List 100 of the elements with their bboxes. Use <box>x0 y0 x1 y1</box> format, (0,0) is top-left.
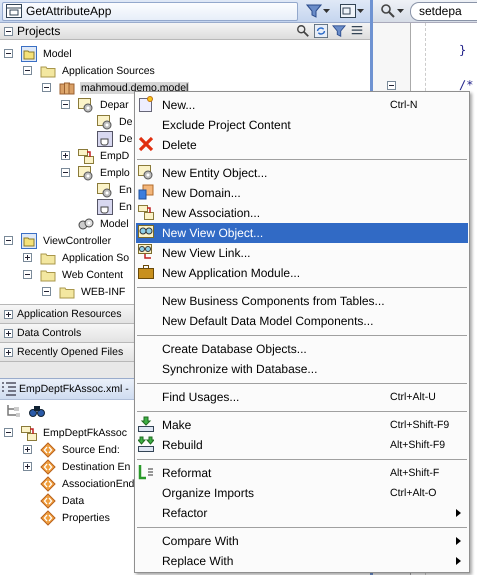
window-menu-button[interactable] <box>338 2 366 20</box>
menu-item[interactable]: New View Object... <box>136 223 468 243</box>
menu-item[interactable]: New Domain... <box>136 183 468 203</box>
expand-icon[interactable] <box>61 151 70 160</box>
menu-item[interactable]: Replace With <box>136 551 468 571</box>
boxes-icon <box>59 80 75 96</box>
tree-node[interactable]: Destination En <box>61 460 132 472</box>
collapse-icon[interactable] <box>4 236 13 245</box>
tree-node[interactable]: Application So <box>61 252 130 264</box>
build-icon <box>138 416 154 432</box>
application-name: GetAttributeApp <box>26 4 112 18</box>
tag-icon <box>40 492 56 508</box>
tree-node[interactable]: AssociationEnd <box>61 478 136 490</box>
menu-item[interactable]: Organize Imports Ctrl+Alt-O <box>136 483 468 503</box>
search-icon <box>296 24 310 38</box>
accordion-title: Recently Opened Files <box>17 346 124 358</box>
menu-item[interactable]: Refactor <box>136 503 468 523</box>
expand-icon[interactable] <box>23 253 32 262</box>
tree-node[interactable]: Model <box>42 48 73 60</box>
tree-node[interactable]: Depar <box>99 98 130 110</box>
tree-node[interactable]: Emplo <box>99 166 131 178</box>
tree-node[interactable]: mahmoud.demo.model <box>80 82 190 94</box>
tag-icon <box>40 510 56 526</box>
search-icon <box>380 3 396 19</box>
tree-node[interactable]: Source End: <box>61 444 121 456</box>
hierarchy-icon <box>5 403 21 419</box>
collapse-icon[interactable] <box>42 287 51 296</box>
menu-item[interactable]: Make Ctrl+Shift-F9 <box>136 415 468 435</box>
collapse-icon[interactable] <box>4 428 13 437</box>
tree-node[interactable]: ViewController <box>42 234 112 246</box>
collapse-icon[interactable] <box>387 80 396 90</box>
menu-item[interactable]: New Business Components from Tables... <box>136 291 468 311</box>
menu-item[interactable]: Exclude Project Content <box>136 115 468 135</box>
gear-window-icon <box>138 164 154 180</box>
structure-title: EmpDeptFkAssoc.xml - <box>19 383 129 395</box>
window-dropdown-icon <box>340 3 356 19</box>
menu-item[interactable]: New Association... <box>136 203 468 223</box>
briefcase-icon <box>138 264 154 280</box>
new-page-icon <box>138 96 154 112</box>
tree-node[interactable]: Web Content <box>61 268 124 280</box>
reformat-icon <box>138 464 154 480</box>
tree-node[interactable]: EmpD <box>99 150 130 162</box>
filter-dropdown-button[interactable] <box>304 2 332 20</box>
glasses-icon <box>138 224 154 240</box>
menu-item[interactable]: New Default Data Model Components... <box>136 311 468 331</box>
filter-icon <box>306 3 322 19</box>
collapse-icon[interactable] <box>42 83 51 92</box>
menu-item[interactable]: Rebuild Alt+Shift-F9 <box>136 435 468 455</box>
menu-item[interactable]: Find Usages... Ctrl+Alt-U <box>136 387 468 407</box>
expand-icon[interactable] <box>4 310 13 318</box>
tree-node[interactable]: Model <box>99 218 130 230</box>
expand-icon[interactable] <box>23 445 32 454</box>
menu-item[interactable]: New Application Module... <box>136 263 468 283</box>
menu-item[interactable]: Reformat Alt+Shift-F <box>136 463 468 483</box>
menu-item[interactable]: New View Link... <box>136 243 468 263</box>
caret-icon <box>397 9 404 13</box>
expand-icon[interactable] <box>23 462 32 471</box>
expand-icon[interactable] <box>4 328 13 338</box>
menu-item[interactable]: Compare With <box>136 531 468 551</box>
cross-icon <box>138 136 154 152</box>
search-dropdown-button[interactable] <box>378 2 406 20</box>
collapse-icon[interactable] <box>23 270 32 279</box>
tree-node[interactable]: EmpDeptFkAssoc <box>42 426 128 438</box>
tree-node[interactable]: Properties <box>61 512 111 524</box>
linked-pages-icon <box>138 204 154 220</box>
tree-node[interactable]: En <box>118 184 133 196</box>
tree-node[interactable]: De <box>118 132 134 144</box>
linked-pages-icon <box>78 148 94 164</box>
rebuild-icon <box>138 436 154 452</box>
expand-icon[interactable] <box>4 348 13 356</box>
collapse-icon[interactable] <box>23 66 32 75</box>
cup-icon <box>97 198 113 214</box>
code-text: } <box>459 43 466 57</box>
menu-item[interactable]: Delete <box>136 135 468 155</box>
search-field[interactable]: setdepa <box>410 2 477 20</box>
menu-item[interactable]: Synchronize with Database... <box>136 359 468 379</box>
collapse-icon[interactable] <box>61 100 70 109</box>
tree-node[interactable]: Data <box>61 494 86 506</box>
menu-item[interactable]: Create Database Objects... <box>136 339 468 359</box>
project-folder-icon <box>21 232 37 248</box>
accordion-title: Data Controls <box>17 327 82 339</box>
linked-pages-icon <box>21 424 37 440</box>
application-selector[interactable]: GetAttributeApp <box>2 2 298 20</box>
caret-icon <box>323 9 330 13</box>
glasses-link-icon <box>138 244 154 260</box>
gear-window-icon <box>78 96 94 112</box>
tree-node[interactable]: De <box>118 116 134 128</box>
menu-item[interactable]: New... Ctrl-N <box>136 95 468 115</box>
collapse-icon[interactable] <box>61 168 70 177</box>
tag-icon <box>40 476 56 492</box>
collapse-icon[interactable] <box>4 49 13 58</box>
sync-icon <box>314 24 328 38</box>
binoculars-icon <box>29 403 45 419</box>
app-window-icon <box>6 3 22 19</box>
collapse-icon[interactable] <box>4 26 13 36</box>
tree-node[interactable]: Application Sources <box>61 64 156 76</box>
tree-node[interactable]: WEB-INF <box>80 286 126 298</box>
outline-icon <box>1 381 17 397</box>
tree-node[interactable]: En <box>118 200 133 212</box>
menu-item[interactable]: New Entity Object... <box>136 163 468 183</box>
